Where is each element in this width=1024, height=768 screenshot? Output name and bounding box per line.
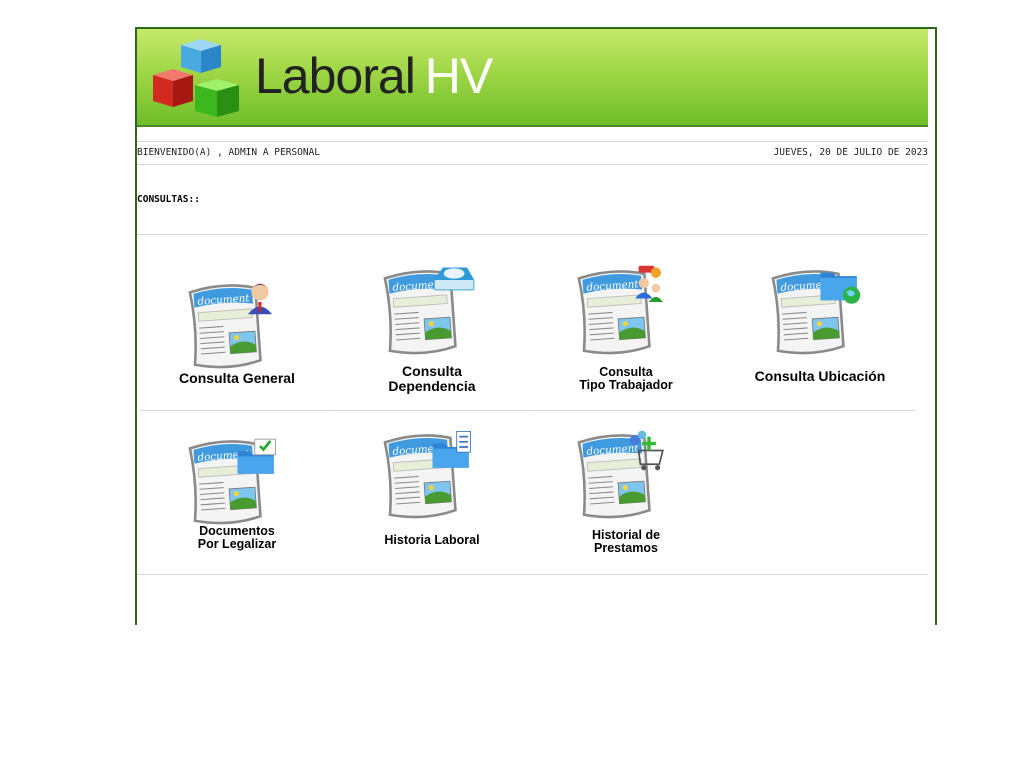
tile-historia-laboral[interactable]: document Historia Laboral (334, 411, 528, 575)
document-icon: document (770, 270, 860, 355)
tile-label: Documentos Por Legalizar (197, 524, 277, 551)
bottom-divider (137, 574, 928, 575)
logo-word-hv: HV (424, 48, 493, 104)
document-icon: document (188, 283, 273, 369)
document-icon: document (576, 265, 663, 355)
section-title: CONSULTAS:: (137, 194, 200, 205)
welcome-bar: BIENVENIDO(A) , ADMIN A PERSONAL JUEVES,… (137, 141, 928, 165)
tile-historial-de-prestamos[interactable]: document Historial de Prestamos (528, 411, 722, 575)
document-icon: document (576, 430, 664, 519)
app-logo: Laboral HV (255, 47, 493, 105)
empty-tile (722, 411, 916, 575)
tile-consulta-tipo-trabajador[interactable]: document Consulta Tipo Trabajador (528, 247, 722, 411)
logo-word-laboral: Laboral (255, 48, 416, 104)
tile-consulta-dependencia[interactable]: document Consulta Dependencia (334, 247, 528, 411)
tile-label: Consulta Tipo Trabajador (579, 365, 673, 392)
tile-label: Consulta General (179, 370, 295, 386)
workers-icon (634, 265, 663, 302)
tile-consulta-general[interactable]: document Consulta General (140, 247, 334, 411)
folder-globe-icon (820, 272, 860, 304)
tile-label: Consulta Dependencia (388, 363, 476, 394)
tile-consulta-ubicacion[interactable]: document Consulta Ubicación (722, 247, 916, 411)
grid-row: document Consulta General document Consult… (140, 247, 916, 411)
logo-cubes-icon (153, 39, 239, 117)
tile-label: Historial de Prestamos (591, 528, 661, 555)
document-icon: document (188, 438, 276, 525)
document-icon: document (382, 431, 471, 519)
grid-row: document Documentos Por Legalizar documen… (140, 411, 916, 575)
tile-label: Consulta Ubicación (754, 368, 886, 384)
tile-documentos-por-legalizar[interactable]: document Documentos Por Legalizar (140, 411, 334, 575)
current-date: JUEVES, 20 DE JULIO DE 2023 (773, 147, 928, 158)
section-divider (137, 234, 928, 235)
document-icon: document (382, 267, 474, 355)
consultas-grid: document Consulta General document Consult… (140, 247, 916, 575)
drive-icon (433, 267, 474, 291)
header-banner: Laboral HV (137, 29, 928, 127)
welcome-greeting: BIENVENIDO(A) , ADMIN A PERSONAL (137, 147, 321, 158)
tile-label: Historia Laboral (384, 533, 480, 547)
page-frame: Laboral HV BIENVENIDO(A) , ADMIN A PERSON… (135, 27, 937, 625)
